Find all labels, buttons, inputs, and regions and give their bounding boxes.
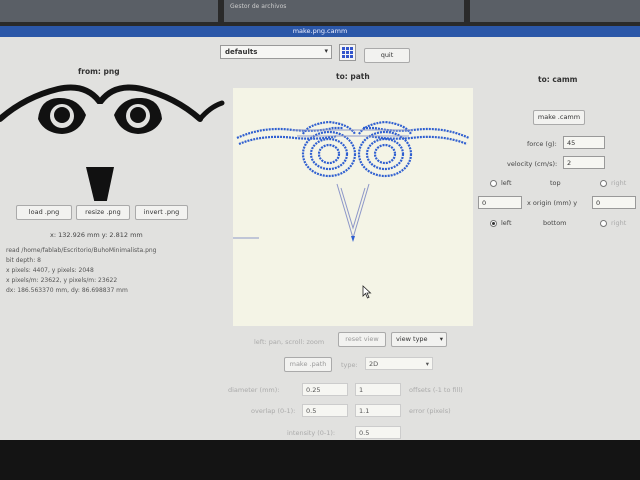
overlap-label: overlap (0-1): bbox=[251, 407, 296, 415]
load-png-button[interactable]: load .png bbox=[16, 205, 72, 220]
top-left-label: left bbox=[501, 179, 512, 187]
info-line: x pixels: 4407, y pixels: 2048 bbox=[6, 267, 94, 274]
force-input[interactable]: 45 bbox=[563, 136, 605, 149]
offsets-input[interactable]: 1 bbox=[355, 383, 401, 396]
window-titlebar[interactable]: make.png.camm bbox=[0, 26, 640, 37]
from-heading: from: png bbox=[78, 67, 120, 76]
screen-bezel-bottom bbox=[0, 440, 640, 480]
bottom-right-label: right bbox=[611, 219, 627, 227]
toolpath-preview bbox=[233, 120, 470, 242]
preset-value: defaults bbox=[225, 48, 258, 56]
quit-button[interactable]: quit bbox=[364, 48, 410, 63]
background-window-file-manager[interactable]: Gestor de archivos bbox=[224, 0, 464, 22]
cursor-coords: x: 132.926 mm y: 2.812 mm bbox=[50, 231, 143, 239]
origin-bottom-left-radio[interactable] bbox=[490, 220, 497, 227]
intensity-label: intensity (0-1): bbox=[287, 429, 336, 437]
origin-bottom-right-radio[interactable] bbox=[600, 220, 607, 227]
background-window-right bbox=[470, 0, 640, 22]
origin-top-left-radio[interactable] bbox=[490, 180, 497, 187]
top-label: top bbox=[550, 179, 561, 187]
info-line: x pixels/m: 23622, y pixels/m: 23622 bbox=[6, 277, 118, 284]
origin-label: x origin (mm) y bbox=[527, 199, 578, 207]
origin-y-input[interactable]: 0 bbox=[592, 196, 636, 209]
path-view-canvas[interactable] bbox=[233, 88, 473, 326]
invert-png-button[interactable]: invert .png bbox=[135, 205, 188, 220]
force-label: force (g): bbox=[527, 140, 557, 148]
camm-heading: to: camm bbox=[538, 75, 578, 84]
window-title: make.png.camm bbox=[292, 27, 348, 35]
pan-zoom-hint: left: pan, scroll: zoom bbox=[254, 338, 325, 346]
overlap-input[interactable]: 0.5 bbox=[302, 404, 348, 417]
make-path-button[interactable]: make .path bbox=[284, 357, 332, 372]
preset-select[interactable]: defaults ▾ bbox=[220, 45, 332, 59]
chevron-down-icon: ▾ bbox=[324, 47, 328, 55]
type-select[interactable]: 2D ▾ bbox=[365, 357, 433, 370]
app-window: defaults ▾ quit from: png load .png resi… bbox=[0, 37, 640, 440]
offsets-label: offsets (-1 to fill) bbox=[409, 386, 463, 394]
path-heading: to: path bbox=[336, 72, 370, 81]
resize-png-button[interactable]: resize .png bbox=[76, 205, 130, 220]
chevron-down-icon: ▾ bbox=[439, 335, 443, 343]
bottom-label: bottom bbox=[543, 219, 567, 227]
view-type-label: view type bbox=[396, 335, 428, 343]
grid-icon[interactable] bbox=[339, 44, 356, 61]
diameter-input[interactable]: 0.25 bbox=[302, 383, 348, 396]
origin-x-input[interactable]: 0 bbox=[478, 196, 522, 209]
mouse-pointer-icon bbox=[362, 285, 372, 299]
info-line: read /home/fablab/Escritorio/BuhoMinimal… bbox=[6, 247, 157, 254]
velocity-label: velocity (cm/s): bbox=[507, 160, 558, 168]
origin-top-right-radio[interactable] bbox=[600, 180, 607, 187]
diameter-label: diameter (mm): bbox=[228, 386, 280, 394]
error-label: error (pixels) bbox=[409, 407, 451, 415]
reset-view-button[interactable]: reset view bbox=[338, 332, 386, 347]
view-type-select[interactable]: view type ▾ bbox=[391, 332, 447, 347]
png-preview-image bbox=[0, 84, 225, 201]
intensity-input[interactable]: 0.5 bbox=[355, 426, 401, 439]
bottom-left-label: left bbox=[501, 219, 512, 227]
error-input[interactable]: 1.1 bbox=[355, 404, 401, 417]
chevron-down-icon: ▾ bbox=[425, 360, 429, 368]
velocity-input[interactable]: 2 bbox=[563, 156, 605, 169]
type-label: type: bbox=[341, 361, 358, 369]
make-camm-button[interactable]: make .camm bbox=[533, 110, 585, 125]
background-window-title: Gestor de archivos bbox=[230, 3, 287, 10]
info-line: bit depth: 8 bbox=[6, 257, 41, 264]
top-right-label: right bbox=[611, 179, 627, 187]
info-line: dx: 186.563370 mm, dy: 86.698837 mm bbox=[6, 287, 128, 294]
type-value: 2D bbox=[369, 360, 379, 368]
background-window-left bbox=[0, 0, 218, 22]
